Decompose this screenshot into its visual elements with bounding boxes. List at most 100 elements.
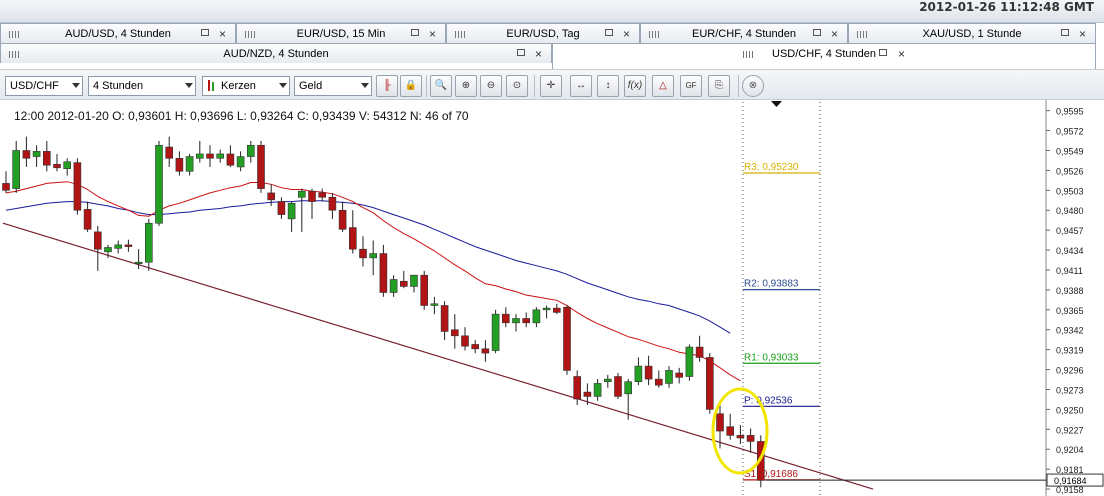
candle-body xyxy=(247,144,255,157)
tab-usd-chf-4h[interactable]: USD/CHF, 4 Stunden × xyxy=(552,43,1096,69)
candle-body xyxy=(308,190,316,202)
instrument-select[interactable]: USD/CHF xyxy=(5,76,83,96)
candle-body xyxy=(583,391,592,397)
candle-body xyxy=(42,151,51,166)
candle-body xyxy=(705,357,714,410)
tab-eur-usd-tag[interactable]: EUR/USD, Tag × xyxy=(446,23,640,43)
y-tick-label: 0,9549 xyxy=(1056,146,1084,156)
candle-icon xyxy=(208,80,210,91)
popout-icon[interactable] xyxy=(1061,29,1069,36)
popout-icon[interactable] xyxy=(201,29,209,36)
y-tick-label: 0,9342 xyxy=(1056,326,1084,336)
y-tick-label: 0,9227 xyxy=(1056,425,1084,435)
chart-type-select[interactable]: Kerzen xyxy=(202,76,290,96)
server-time: 2012-01-26 11:12:48 GMT xyxy=(919,0,1094,14)
vertical-line-icon: ↕ xyxy=(605,80,611,91)
candle xyxy=(563,305,571,375)
candle-body xyxy=(104,247,112,253)
candle-settings-icon: ╟ xyxy=(383,80,391,91)
lock-button[interactable]: 🔒 xyxy=(400,75,422,97)
tab-label: USD/CHF, 4 Stunden xyxy=(772,48,876,60)
copy-button[interactable]: ⎘ xyxy=(708,75,730,97)
candle-body xyxy=(746,435,755,442)
candle-body xyxy=(185,156,194,172)
pivot-level-label: R2: 0,93883 xyxy=(744,279,799,290)
chevron-down-icon xyxy=(185,83,193,88)
zoom-fit-button[interactable]: ⊙ xyxy=(506,75,528,97)
candle-body xyxy=(124,244,133,247)
popout-icon[interactable] xyxy=(879,49,887,56)
y-tick-label: 0,9480 xyxy=(1056,206,1084,216)
crosshair-button[interactable]: ✛ xyxy=(540,75,562,97)
candle-body xyxy=(542,307,551,311)
y-tick-label: 0,9319 xyxy=(1056,346,1084,356)
fibonacci-button[interactable]: GF xyxy=(680,75,702,97)
candle-body xyxy=(736,435,745,439)
tab-eur-usd-15min[interactable]: EUR/USD, 15 Min × xyxy=(236,23,446,43)
pattern-button[interactable]: △ xyxy=(652,75,674,97)
zoom-in-button[interactable]: ⊕ xyxy=(455,75,477,97)
candle-body xyxy=(716,413,724,432)
tab-label: AUD/USD, 4 Stunden xyxy=(65,28,171,40)
candle-body xyxy=(481,348,490,354)
tab-label: XAU/USD, 1 Stunde xyxy=(922,28,1022,40)
candle-body xyxy=(267,192,276,201)
toolbar-separator xyxy=(738,75,739,97)
price-chart[interactable]: 0,9595 0,9572 0,9549 0,9526 0,9503 0,9480 0,94… xyxy=(0,100,1104,496)
zoom-icon: 🔍 xyxy=(434,80,448,91)
candle xyxy=(685,344,694,381)
price-side-select[interactable]: Geld xyxy=(294,76,372,96)
candle-body xyxy=(593,383,602,397)
current-price-label: 0,91684 xyxy=(1054,476,1087,486)
popout-icon[interactable] xyxy=(605,29,613,36)
candle-body xyxy=(145,222,153,263)
candle-body xyxy=(236,156,245,168)
close-icon[interactable]: × xyxy=(535,44,542,64)
popout-icon[interactable] xyxy=(411,29,419,36)
y-tick-label: 0,9526 xyxy=(1056,166,1084,176)
tab-aud-usd-4h[interactable]: AUD/USD, 4 Stunden × xyxy=(0,23,236,43)
close-icon[interactable]: × xyxy=(623,24,630,44)
candle-body xyxy=(573,376,582,400)
close-icon[interactable]: × xyxy=(1079,24,1086,44)
candle-body xyxy=(461,335,469,347)
candle-body xyxy=(634,365,643,382)
y-tick-label: 0,9503 xyxy=(1056,186,1084,196)
close-icon[interactable]: × xyxy=(831,24,838,44)
candle-body xyxy=(175,157,184,172)
popout-icon[interactable] xyxy=(517,49,525,56)
zoom-button[interactable]: 🔍 xyxy=(430,75,452,97)
candle-body xyxy=(22,150,31,159)
y-tick-label: 0,9273 xyxy=(1056,385,1084,395)
indicator-button[interactable]: f(x) xyxy=(624,75,646,97)
candle-body xyxy=(94,231,102,250)
popout-icon[interactable] xyxy=(813,29,821,36)
tab-aud-nzd-4h[interactable]: AUD/NZD, 4 Stunden × xyxy=(0,43,552,63)
candle-body xyxy=(552,307,561,313)
period-select[interactable]: 4 Stunden xyxy=(88,76,196,96)
y-tick-label: 0,9595 xyxy=(1056,107,1084,117)
candle-body xyxy=(32,151,41,157)
vertical-line-button[interactable]: ↕ xyxy=(597,75,619,97)
zoom-in-icon: ⊕ xyxy=(461,80,471,91)
close-chart-icon: ⊗ xyxy=(748,80,758,91)
chevron-down-icon xyxy=(279,83,287,88)
zoom-out-button[interactable]: ⊖ xyxy=(480,75,502,97)
close-chart-button[interactable]: ⊗ xyxy=(742,75,764,97)
lock-icon: 🔒 xyxy=(404,80,418,91)
candle-body xyxy=(491,313,500,351)
candle-icon xyxy=(212,82,214,91)
tab-xau-usd-1h[interactable]: XAU/USD, 1 Stunde × xyxy=(848,23,1096,43)
zoom-fit-icon: ⊙ xyxy=(512,80,522,91)
tab-eur-chf-4h[interactable]: EUR/CHF, 4 Stunden × xyxy=(640,23,848,43)
close-icon[interactable]: × xyxy=(219,24,226,44)
toolbar-separator xyxy=(426,75,427,97)
candle-body xyxy=(338,209,347,230)
pattern-icon: △ xyxy=(659,80,667,91)
y-tick-label: 0,9158 xyxy=(1056,485,1084,495)
close-icon[interactable]: × xyxy=(429,24,436,44)
candle-body xyxy=(134,261,143,264)
horizontal-line-button[interactable]: ↔ xyxy=(570,75,592,97)
close-icon[interactable]: × xyxy=(898,44,905,64)
candle-settings-button[interactable]: ╟ xyxy=(376,75,398,97)
